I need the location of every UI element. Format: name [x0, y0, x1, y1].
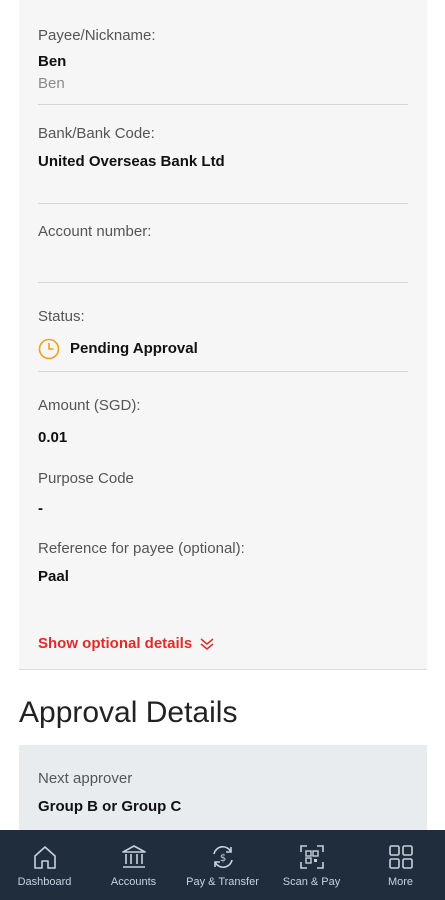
- status-field: Status: Pending Approval: [38, 308, 408, 360]
- payee-field: Payee/Nickname: Ben Ben: [38, 27, 408, 93]
- tab-label: More: [387, 876, 414, 888]
- purpose-value: -: [38, 500, 43, 517]
- reference-value: Paal: [38, 568, 69, 585]
- purpose-field: Purpose Code -: [38, 470, 408, 518]
- grid-icon: [388, 845, 413, 869]
- next-approver-label: Next approver: [38, 770, 133, 787]
- tab-label: Pay & Transfer: [186, 876, 259, 888]
- show-optional-details[interactable]: Show optional details: [38, 635, 408, 652]
- status-value: Pending Approval: [70, 340, 198, 357]
- show-optional-link[interactable]: Show optional details: [38, 635, 408, 652]
- tab-label: Accounts: [110, 876, 157, 888]
- purpose-label: Purpose Code: [38, 470, 134, 487]
- account-label: Account number:: [38, 223, 152, 240]
- divider: [38, 203, 408, 204]
- tab-label: Scan & Pay: [282, 876, 341, 888]
- transfer-icon: $: [212, 846, 233, 868]
- reference-label: Reference for payee (optional):: [38, 540, 245, 557]
- approval-details-title: Approval Details: [19, 696, 238, 729]
- bank-icon: [121, 845, 146, 868]
- tab-dashboard[interactable]: Dashboard: [0, 830, 89, 900]
- payee-name: Ben: [38, 53, 67, 70]
- status-row: Pending Approval: [38, 338, 408, 360]
- bank-value: United Overseas Bank Ltd: [38, 153, 225, 170]
- reference-field: Reference for payee (optional): Paal: [38, 540, 408, 586]
- bank-label: Bank/Bank Code:: [38, 125, 155, 142]
- payee-label: Payee/Nickname:: [38, 27, 156, 44]
- clock-icon: [38, 338, 60, 360]
- payee-nickname: Ben: [38, 75, 65, 92]
- home-icon: [33, 846, 56, 869]
- divider: [38, 282, 408, 283]
- tab-pay-transfer[interactable]: $ Pay & Transfer: [178, 830, 267, 900]
- chevron-double-down-icon: [200, 637, 214, 650]
- divider: [38, 104, 408, 105]
- amount-value: 0.01: [38, 429, 68, 446]
- next-approver-box: Next approver Group B or Group C: [19, 745, 427, 830]
- bottom-tab-bar: Dashboard Accounts $ Pay & Transfer Scan…: [0, 830, 445, 900]
- divider: [38, 371, 408, 372]
- tab-more[interactable]: More: [356, 830, 445, 900]
- account-field: Account number:: [38, 223, 408, 251]
- svg-text:$: $: [219, 853, 225, 864]
- show-optional-label: Show optional details: [38, 635, 193, 652]
- bank-field: Bank/Bank Code: United Overseas Bank Ltd: [38, 125, 408, 171]
- status-label: Status:: [38, 308, 85, 325]
- amount-label: Amount (SGD):: [38, 397, 141, 414]
- next-approver-value: Group B or Group C: [38, 798, 182, 815]
- transaction-details-card: Payee/Nickname: Ben Ben Bank/Bank Code: …: [19, 0, 427, 670]
- tab-accounts[interactable]: Accounts: [89, 830, 178, 900]
- tab-label: Dashboard: [17, 876, 72, 888]
- qr-icon: [299, 845, 324, 869]
- amount-field: Amount (SGD): 0.01: [38, 397, 408, 447]
- tab-scan-pay[interactable]: Scan & Pay: [267, 830, 356, 900]
